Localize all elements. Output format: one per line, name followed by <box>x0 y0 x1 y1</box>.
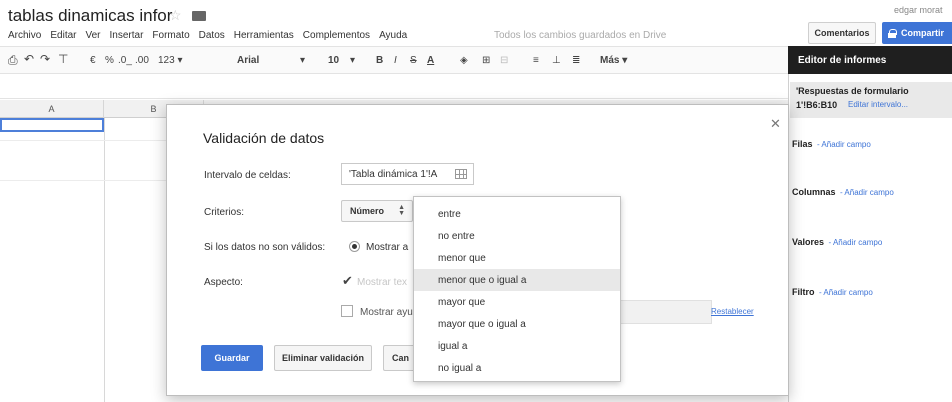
number-format-dropdown[interactable]: 123 ▾ <box>158 55 182 66</box>
chevron-down-icon[interactable]: ▾ <box>300 55 305 66</box>
share-label: Compartir <box>901 28 945 38</box>
save-button[interactable]: Guardar <box>201 345 263 371</box>
menu-editar[interactable]: Editar <box>50 30 76 41</box>
reset-link[interactable]: Restablecer <box>711 307 754 316</box>
menu-item-not-between[interactable]: no entre <box>414 225 620 247</box>
range-input[interactable]: 'Tabla dinámica 1'!A <box>341 163 474 185</box>
redo-icon[interactable]: ↷ <box>40 52 50 66</box>
print-icon[interactable]: ⎙ <box>8 53 18 68</box>
lock-icon <box>888 28 897 38</box>
show-text-option: Mostrar tex <box>357 277 408 288</box>
menu-herramientas[interactable]: Herramientas <box>234 30 294 41</box>
comments-button[interactable]: Comentarios <box>808 22 876 44</box>
menu-item-greater-than[interactable]: mayor que <box>414 291 620 313</box>
cancel-button[interactable]: Can <box>383 345 417 371</box>
source-title: 'Respuestas de formulario <box>796 86 909 96</box>
criteria-select[interactable]: Número ▲ ▼ <box>341 200 413 222</box>
document-title[interactable]: tablas dinamicas infor <box>8 6 172 26</box>
strikethrough-button[interactable]: S <box>410 55 417 66</box>
share-button[interactable]: Compartir <box>882 22 952 44</box>
dialog-title: Validación de datos <box>203 130 325 146</box>
borders-icon[interactable]: ⊞ <box>482 55 490 66</box>
decrease-decimals-button[interactable]: .0_ <box>118 55 132 66</box>
text-color-button[interactable]: A <box>427 55 434 66</box>
invalid-data-label: Si los datos no son válidos: <box>204 242 326 253</box>
align-icon[interactable]: ≡ <box>533 55 539 66</box>
show-warning-label: Mostrar a <box>366 242 409 253</box>
filter-label: Filtro <box>792 287 815 297</box>
column-header-a[interactable]: A <box>0 100 104 118</box>
columns-label: Columnas <box>792 187 836 197</box>
currency-button[interactable]: € <box>90 55 96 66</box>
report-editor-title: Editor de informes <box>788 46 952 74</box>
rows-label: Filas <box>792 139 813 149</box>
menu-insertar[interactable]: Insertar <box>110 30 144 41</box>
vertical-align-icon[interactable]: ⊥ <box>552 55 561 66</box>
edit-range-link[interactable]: Editar intervalo... <box>848 100 908 109</box>
selected-cell[interactable] <box>0 118 104 132</box>
menu-item-between[interactable]: entre <box>414 203 620 225</box>
updown-icon: ▲ ▼ <box>398 204 405 217</box>
add-filter-field-link[interactable]: Añadir campo <box>823 288 872 297</box>
criteria-dropdown-menu: entre no entre menor que menor que o igu… <box>413 196 621 382</box>
show-warning-radio[interactable] <box>349 241 360 252</box>
menu-item-not-equal-to[interactable]: no igual a <box>414 357 620 379</box>
formula-bar[interactable] <box>0 75 788 99</box>
checkmark-icon[interactable]: ✔ <box>342 273 353 289</box>
add-column-field-link[interactable]: Añadir campo <box>844 188 893 197</box>
menu-datos[interactable]: Datos <box>199 30 225 41</box>
undo-icon[interactable]: ↶ <box>24 52 34 66</box>
filter-section: Filtro - Añadir campo <box>792 287 873 297</box>
toolbar: ⎙ ↶ ↷ ⊤ € % .0_ .00 123 ▾ Arial ▾ 10 ▾ B… <box>0 46 788 74</box>
range-label: Intervalo de celdas: <box>204 170 291 181</box>
menu-formato[interactable]: Formato <box>152 30 189 41</box>
paint-format-icon[interactable]: ⊤ <box>58 52 68 66</box>
menu-item-greater-than-or-equal[interactable]: mayor que o igual a <box>414 313 620 335</box>
menu-item-less-than-or-equal[interactable]: menor que o igual a <box>414 269 620 291</box>
menu-complementos[interactable]: Complementos <box>303 30 370 41</box>
close-icon[interactable]: ✕ <box>770 116 781 132</box>
font-dropdown[interactable]: Arial <box>237 55 259 66</box>
user-name[interactable]: edgar morat <box>894 5 943 15</box>
select-range-icon[interactable] <box>455 169 467 179</box>
italic-button[interactable]: I <box>394 55 397 66</box>
wrap-icon[interactable]: ≣ <box>572 55 580 66</box>
add-value-field-link[interactable]: Añadir campo <box>833 238 882 247</box>
help-text-checkbox[interactable] <box>341 305 353 317</box>
menu-archivo[interactable]: Archivo <box>8 30 41 41</box>
more-button[interactable]: Más ▾ <box>600 55 627 66</box>
criteria-label: Criterios: <box>204 207 245 218</box>
folder-icon[interactable] <box>192 11 206 21</box>
help-text-input[interactable] <box>620 300 712 324</box>
help-text-label: Mostrar ayu <box>360 307 413 318</box>
merge-cells-icon[interactable]: ⊟ <box>500 55 508 66</box>
percent-button[interactable]: % <box>105 55 114 66</box>
remove-validation-button[interactable]: Eliminar validación <box>274 345 372 371</box>
menu-ayuda[interactable]: Ayuda <box>379 30 407 41</box>
rows-section: Filas - Añadir campo <box>792 139 871 149</box>
bold-button[interactable]: B <box>376 55 383 66</box>
range-value: 'Tabla dinámica 1'!A <box>349 169 438 180</box>
values-section: Valores - Añadir campo <box>792 237 883 247</box>
fill-color-icon[interactable]: ◈ <box>460 55 468 66</box>
save-status: Todos los cambios guardados en Drive <box>494 30 667 41</box>
increase-decimals-button[interactable]: .00 <box>135 55 149 66</box>
menu-item-less-than[interactable]: menor que <box>414 247 620 269</box>
add-row-field-link[interactable]: Añadir campo <box>821 140 870 149</box>
columns-section: Columnas - Añadir campo <box>792 187 894 197</box>
menu-item-equal-to[interactable]: igual a <box>414 335 620 357</box>
criteria-value: Número <box>350 206 385 216</box>
source-range: 1'!B6:B10 <box>796 100 838 110</box>
grid-line <box>104 118 105 402</box>
appearance-label: Aspecto: <box>204 277 243 288</box>
font-size-dropdown[interactable]: 10 <box>328 55 339 66</box>
menu-ver[interactable]: Ver <box>85 30 100 41</box>
star-icon[interactable]: ☆ <box>169 7 182 24</box>
chevron-down-icon[interactable]: ▾ <box>350 55 355 66</box>
values-label: Valores <box>792 237 825 247</box>
menu-bar: Archivo Editar Ver Insertar Formato Dato… <box>8 30 416 41</box>
